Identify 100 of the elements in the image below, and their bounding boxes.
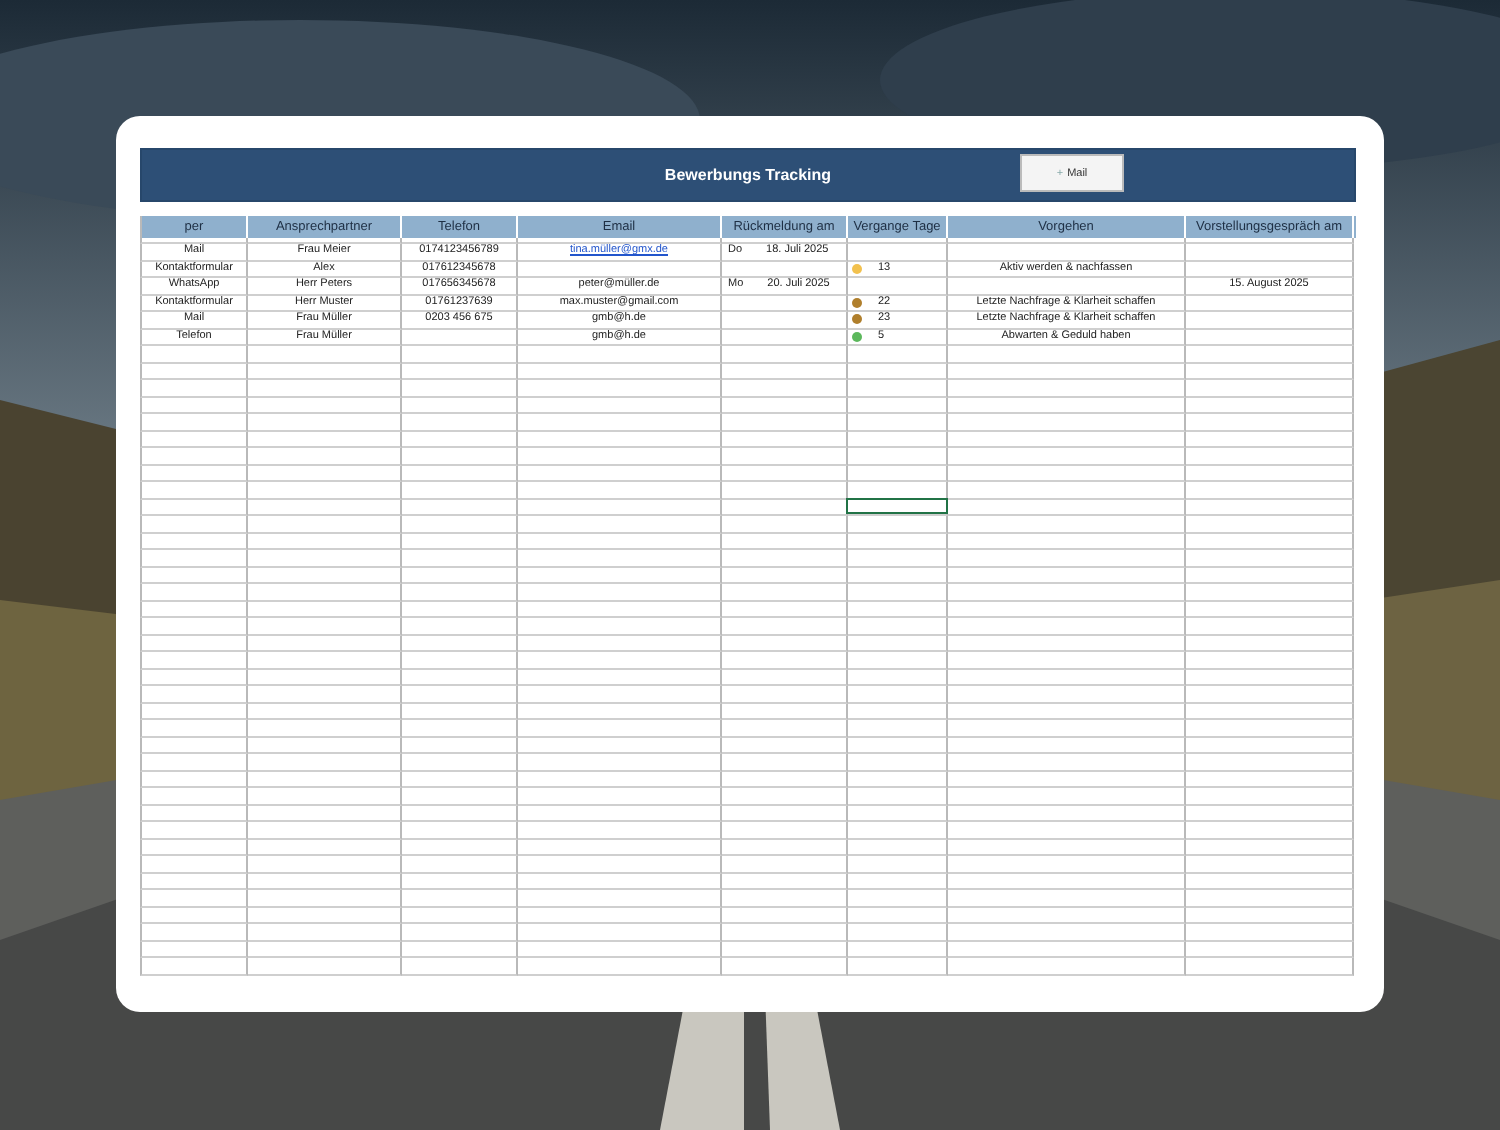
- table-cell: [140, 873, 248, 890]
- table-cell: [402, 771, 518, 788]
- table-cell: [140, 805, 248, 822]
- table-cell: [722, 567, 848, 584]
- table-cell: [402, 941, 518, 958]
- table-cell: [140, 618, 248, 635]
- table-cell: [402, 754, 518, 771]
- table-cell: [722, 771, 848, 788]
- table-cell: [402, 448, 518, 465]
- table-cell: [140, 941, 248, 958]
- table-cell: [140, 907, 248, 924]
- table-cell: [140, 652, 248, 669]
- table-cell: [722, 720, 848, 737]
- table-cell: [140, 516, 248, 533]
- table-cell: [140, 822, 248, 839]
- table-cell: [722, 550, 848, 567]
- table-cell: [402, 839, 518, 856]
- table-cell: [402, 414, 518, 431]
- table-cell: [402, 822, 518, 839]
- table-cell: [402, 737, 518, 754]
- table-cell: [402, 584, 518, 601]
- table-cell: [722, 397, 848, 414]
- table-cell: [402, 397, 518, 414]
- table-cell: [722, 533, 848, 550]
- table-cell: [722, 873, 848, 890]
- table-cell: [722, 584, 848, 601]
- table-cell: [722, 618, 848, 635]
- table-cell: [140, 737, 248, 754]
- table-cell: [140, 703, 248, 720]
- table-cell: [140, 363, 248, 380]
- table-cell: [722, 431, 848, 448]
- table-cell: [722, 686, 848, 703]
- table-cell: [722, 346, 848, 363]
- table-cell: [140, 856, 248, 873]
- table-cell: [402, 873, 518, 890]
- table-cell: [140, 720, 248, 737]
- table-cell: [140, 754, 248, 771]
- table-cell: [402, 618, 518, 635]
- table-cell: [140, 499, 248, 516]
- table-cell: [402, 924, 518, 941]
- table-cell: [140, 550, 248, 567]
- table-cell: [722, 958, 848, 975]
- table-cell: [402, 720, 518, 737]
- table-cell: [722, 363, 848, 380]
- table-cell: [140, 533, 248, 550]
- table-cell: [722, 516, 848, 533]
- table-cell: [140, 924, 248, 941]
- table-cell: [402, 499, 518, 516]
- table-cell: [402, 601, 518, 618]
- table-cell: [140, 465, 248, 482]
- table-cell: [140, 788, 248, 805]
- table-cell: [402, 703, 518, 720]
- table-cell: [402, 380, 518, 397]
- table-cell: [722, 669, 848, 686]
- table-cell: [140, 635, 248, 652]
- table-cell: [722, 465, 848, 482]
- table-cell: [402, 635, 518, 652]
- table-cell: [402, 788, 518, 805]
- table-cell: [140, 567, 248, 584]
- table-cell: [722, 737, 848, 754]
- table-cell: [402, 363, 518, 380]
- table-cell: [722, 635, 848, 652]
- table-cell: [722, 805, 848, 822]
- table-cell: [722, 482, 848, 499]
- table-cell: [722, 839, 848, 856]
- table-cell: [402, 907, 518, 924]
- table-cell: [402, 516, 518, 533]
- table-cell: [722, 601, 848, 618]
- table-cell: [722, 652, 848, 669]
- table-cell: [722, 822, 848, 839]
- table-cell: [140, 414, 248, 431]
- table-cell: [140, 601, 248, 618]
- table-cell: [140, 346, 248, 363]
- sheet-title: Bewerbungs Tracking: [664, 166, 832, 184]
- table-cell: [402, 465, 518, 482]
- table-cell: [402, 669, 518, 686]
- table-cell: [140, 380, 248, 397]
- table-cell: [722, 890, 848, 907]
- table-cell: [140, 584, 248, 601]
- table-cell: [402, 567, 518, 584]
- table-cell: [402, 890, 518, 907]
- table-cell: [402, 805, 518, 822]
- table-cell: [140, 397, 248, 414]
- table-cell: [402, 533, 518, 550]
- table-cell: [140, 771, 248, 788]
- table-cell: [722, 448, 848, 465]
- table-cell: [722, 941, 848, 958]
- table-cell: [140, 686, 248, 703]
- table-cell: [402, 346, 518, 363]
- table-cell: [402, 482, 518, 499]
- table-cell: [140, 482, 248, 499]
- table-cell: [140, 448, 248, 465]
- table-cell: [722, 907, 848, 924]
- table-cell: [140, 669, 248, 686]
- table-cell: [722, 414, 848, 431]
- table-cell: [402, 958, 518, 975]
- table-cell: [402, 686, 518, 703]
- table-cell: [140, 890, 248, 907]
- table-cell: [402, 329, 518, 346]
- table-cell: [722, 380, 848, 397]
